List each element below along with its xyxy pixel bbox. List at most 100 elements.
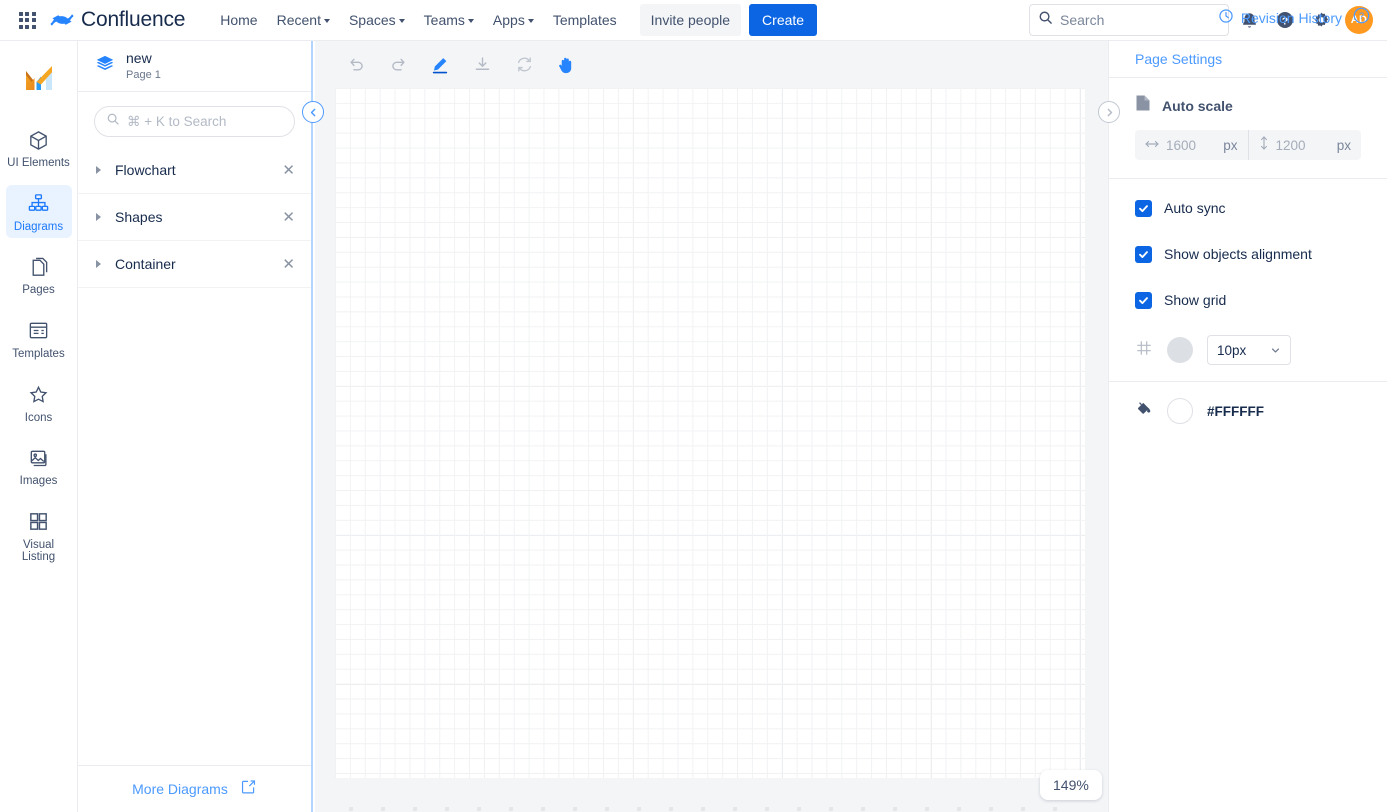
sidebar-item-templates[interactable]: Templates: [6, 312, 72, 366]
sidebar-label: Templates: [12, 347, 65, 360]
canvas-toolbar: [315, 41, 1108, 88]
layers-icon: [94, 53, 116, 80]
checkbox-checked-icon[interactable]: [1135, 245, 1152, 263]
hand-pan-icon[interactable]: [549, 48, 583, 82]
panel-header: new Page 1: [78, 41, 311, 92]
cube-icon: [26, 127, 52, 153]
chevron-down-icon: [398, 19, 405, 23]
hierarchy-icon: [26, 191, 52, 217]
template-window-icon: [26, 318, 52, 344]
library-search-input[interactable]: [127, 114, 283, 129]
nav-item-spaces[interactable]: Spaces: [340, 6, 414, 34]
confluence-diagram-editor: Confluence Home Recent Spaces Teams Apps: [0, 0, 1387, 812]
sidebar-item-images[interactable]: Images: [6, 439, 72, 493]
svg-text:?: ?: [1359, 10, 1364, 20]
checkbox-checked-icon[interactable]: [1135, 291, 1152, 309]
sidebar-label: Pages: [22, 284, 55, 297]
nav-label: Apps: [492, 12, 525, 28]
mockplus-m-logo[interactable]: [19, 59, 59, 99]
chevron-down-icon: [1271, 347, 1280, 353]
undo-icon[interactable]: [339, 48, 373, 82]
nav-item-teams[interactable]: Teams: [415, 6, 483, 34]
show-grid-row[interactable]: Show grid: [1109, 277, 1387, 323]
nav-item-recent[interactable]: Recent: [268, 6, 339, 34]
create-button[interactable]: Create: [749, 4, 818, 36]
nav-label: Teams: [423, 12, 465, 28]
nav-label: Spaces: [348, 12, 396, 28]
canvas-size-inputs: 1600 px 1200 px: [1135, 130, 1361, 160]
canvas-width-field[interactable]: 1600 px: [1135, 130, 1248, 160]
close-icon[interactable]: ✕: [282, 210, 295, 225]
category-list: Flowchart ✕ Shapes ✕ Container ✕: [78, 147, 311, 765]
grid-icon: [1135, 339, 1153, 362]
nav-item-apps[interactable]: Apps: [484, 6, 543, 34]
checkbox-checked-icon[interactable]: [1135, 199, 1152, 217]
pen-edit-icon[interactable]: [423, 48, 457, 82]
library-search[interactable]: [94, 106, 295, 137]
chevron-right-icon: [96, 213, 101, 221]
pages-icon: [26, 254, 52, 280]
grid-color-swatch[interactable]: [1167, 337, 1193, 363]
category-shapes[interactable]: Shapes ✕: [78, 194, 311, 241]
sidebar-label: Icons: [24, 411, 53, 424]
clock-icon: [1218, 8, 1234, 27]
show-grid-label: Show grid: [1164, 292, 1227, 308]
background-color-row: #FFFFFF: [1109, 382, 1387, 440]
grid-squares-icon: [26, 509, 52, 535]
category-label: Container: [115, 256, 176, 272]
revision-history-button[interactable]: Revision History: [1218, 8, 1342, 27]
nav-item-templates[interactable]: Templates: [544, 6, 626, 34]
app-switcher-icon[interactable]: [14, 7, 40, 33]
grid-size-value: 10px: [1217, 342, 1247, 358]
more-diagrams-link[interactable]: More Diagrams: [78, 765, 311, 812]
page-title: new: [126, 50, 152, 67]
category-flowchart[interactable]: Flowchart ✕: [78, 147, 311, 194]
background-color-hex: #FFFFFF: [1207, 403, 1264, 419]
grid-size-select[interactable]: 10px: [1207, 335, 1291, 365]
close-icon[interactable]: ✕: [282, 257, 295, 272]
auto-scale-label: Auto scale: [1162, 97, 1233, 114]
nav-label: Recent: [276, 12, 321, 28]
sidebar-item-pages[interactable]: Pages: [6, 248, 72, 302]
sidebar-item-ui-elements[interactable]: UI Elements: [6, 121, 72, 175]
page-settings-title[interactable]: Page Settings: [1109, 41, 1387, 78]
nav-item-home[interactable]: Home: [211, 6, 266, 34]
sidebar-label: UI Elements: [7, 157, 70, 169]
help-circle-icon[interactable]: ?: [1352, 6, 1371, 30]
background-color-swatch[interactable]: [1167, 398, 1193, 424]
download-icon[interactable]: [465, 48, 499, 82]
vertical-arrows-icon: [1259, 135, 1269, 155]
chevron-right-icon: [96, 260, 101, 268]
brand-text: Confluence: [81, 8, 186, 31]
category-label: Shapes: [115, 209, 163, 225]
revision-history-bar: Revision History ?: [1108, 0, 1387, 41]
search-icon: [1038, 10, 1053, 30]
collapse-right-panel-button[interactable]: [1098, 101, 1120, 123]
canvas-height-field[interactable]: 1200 px: [1247, 130, 1362, 160]
sidebar-item-visual-listing[interactable]: Visual Listing: [6, 503, 72, 569]
image-stack-icon: [26, 445, 52, 471]
canvas-area: [315, 41, 1108, 812]
confluence-brand-link[interactable]: Confluence: [50, 8, 185, 32]
more-diagrams-label: More Diagrams: [132, 781, 228, 797]
close-icon[interactable]: ✕: [282, 163, 295, 178]
category-container[interactable]: Container ✕: [78, 241, 311, 288]
collapse-left-panel-button[interactable]: [302, 101, 324, 123]
sidebar-item-diagrams[interactable]: Diagrams: [5, 184, 72, 239]
sidebar-label: Visual Listing: [21, 538, 56, 564]
zoom-level-indicator[interactable]: 149%: [1040, 770, 1102, 800]
sync-refresh-icon[interactable]: [507, 48, 541, 82]
auto-sync-label: Auto sync: [1164, 200, 1226, 216]
canvas-height-value: 1200: [1275, 137, 1306, 153]
diagram-library-panel: new Page 1 Flowchart ✕ Shapes ✕: [78, 41, 313, 812]
invite-people-button[interactable]: Invite people: [639, 4, 742, 36]
diagram-canvas-board[interactable]: [335, 88, 1085, 778]
redo-icon[interactable]: [381, 48, 415, 82]
external-link-icon: [240, 778, 257, 800]
nav-label: Home: [220, 12, 258, 28]
sidebar-item-icons[interactable]: Icons: [6, 376, 72, 430]
auto-sync-row[interactable]: Auto sync: [1109, 185, 1387, 231]
show-objects-alignment-row[interactable]: Show objects alignment: [1109, 231, 1387, 277]
document-page-icon: [1135, 94, 1151, 117]
chevron-down-icon: [323, 19, 330, 23]
